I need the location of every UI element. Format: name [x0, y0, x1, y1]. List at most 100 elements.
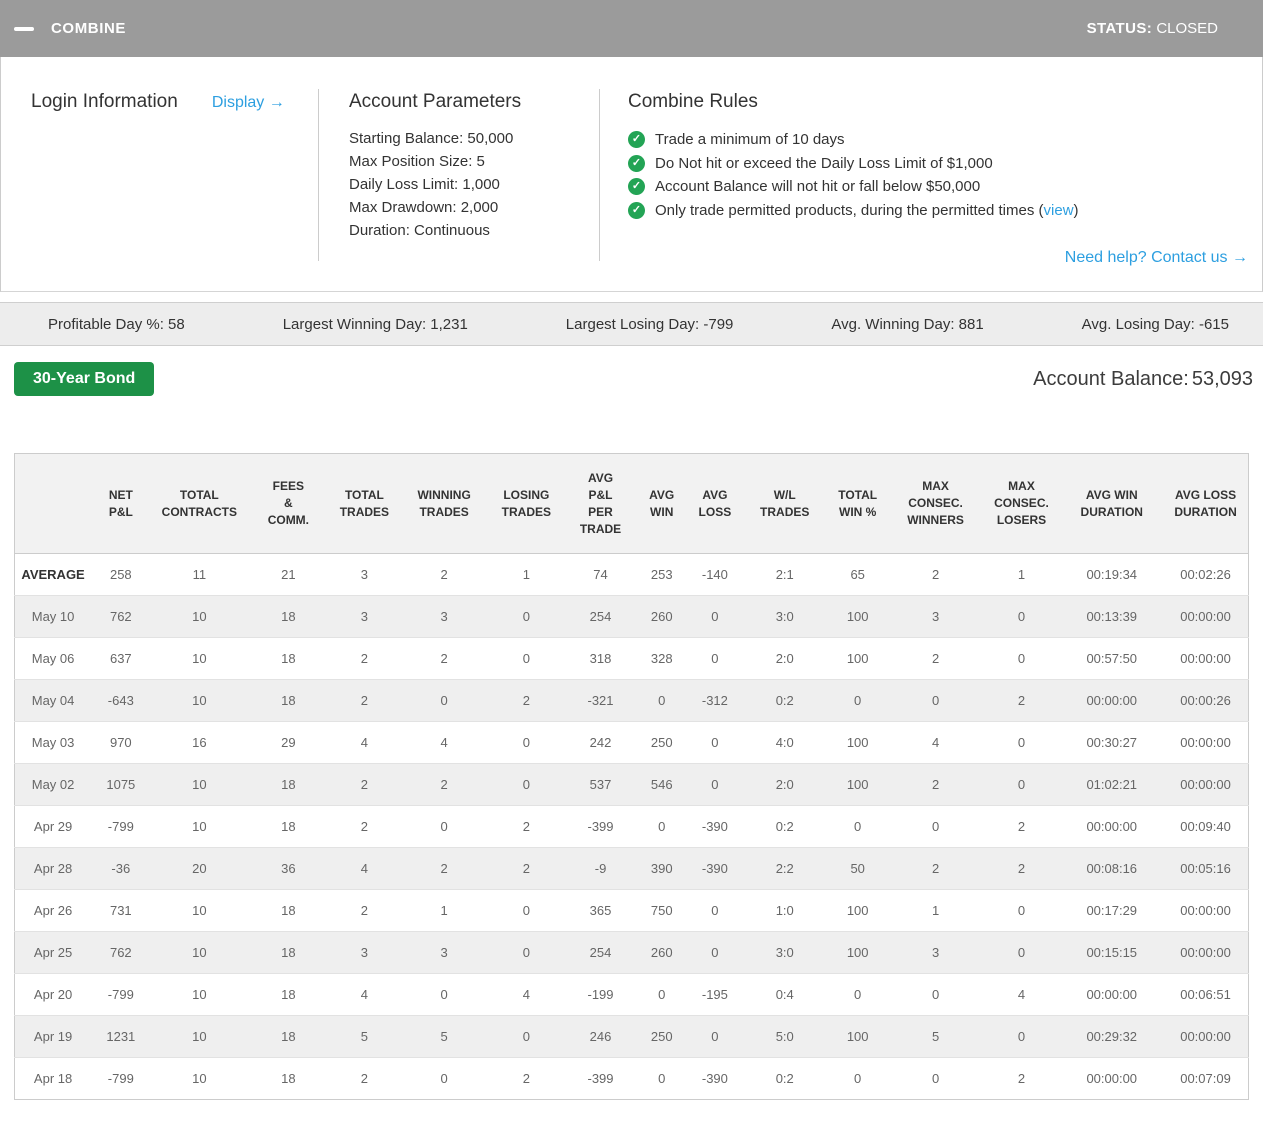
table-cell: 00:00:00: [1163, 763, 1249, 806]
column-header: AVG LOSS: [687, 453, 743, 554]
table-cell: 0: [982, 721, 1061, 764]
table-row: Apr 18 -799 10 18 2 0 2 -399 0 -390 0:2 0 0 2 00:00:00…: [14, 1057, 1249, 1100]
table-cell: 2: [400, 847, 489, 890]
product-button[interactable]: 30-Year Bond: [14, 362, 155, 396]
table-cell: 00:06:51: [1163, 973, 1249, 1016]
table-cell: 21: [248, 553, 329, 596]
table-cell: 65: [826, 553, 889, 596]
table-cell: 1231: [91, 1015, 151, 1058]
table-cell: 0: [982, 889, 1061, 932]
table-cell: 537: [564, 763, 637, 806]
table-cell: 3: [328, 553, 401, 596]
table-cell: -140: [687, 553, 743, 596]
row-label: May 06: [14, 637, 92, 680]
table-cell: 0: [982, 763, 1061, 806]
table-cell: 390: [636, 847, 688, 890]
account-parameter: Daily Loss Limit: 1,000: [349, 176, 500, 193]
account-balance-label: Account Balance:: [1033, 367, 1189, 390]
display-link[interactable]: Display →: [212, 94, 285, 112]
row-label: AVERAGE: [14, 553, 92, 596]
table-cell: 10: [150, 679, 249, 722]
table-cell: 10: [150, 973, 249, 1016]
view-link[interactable]: view: [1044, 202, 1074, 219]
table-cell: 2: [400, 637, 489, 680]
table-cell: 100: [826, 931, 889, 974]
table-cell: 74: [564, 553, 637, 596]
table-cell: 4: [328, 973, 401, 1016]
stat-item: Profitable Day %: 58: [48, 315, 185, 333]
combine-rule: ✓ Only trade permitted products, during t…: [628, 199, 1248, 223]
table-cell: 10: [150, 805, 249, 848]
table-cell: 2: [982, 805, 1061, 848]
table-row: May 02 1075 10 18 2 2 0 537 546 0 2:0 100 2 0 01:02:21…: [14, 763, 1249, 806]
table-row: Apr 29 -799 10 18 2 0 2 -399 0 -390 0:2 0 0 2 00:00:00…: [14, 805, 1249, 848]
stat-item: Avg. Winning Day: 881: [831, 315, 984, 333]
combine-rule: ✓ Account Balance will not hit or fall be…: [628, 175, 1248, 199]
table-cell: 2: [888, 847, 983, 890]
table-cell: 00:02:26: [1163, 553, 1249, 596]
login-information-section: Login Information Display →: [1, 83, 318, 267]
table-cell: 18: [248, 637, 329, 680]
combine-header-bar: COMBINE STATUS: CLOSED: [0, 0, 1263, 57]
table-cell: 0: [826, 679, 889, 722]
row-label: Apr 19: [14, 1015, 92, 1058]
table-row: Apr 19 1231 10 18 5 5 0 246 250 0 5:0 100 5 0 00:29:32…: [14, 1015, 1249, 1058]
table-cell: 2: [888, 553, 983, 596]
collapse-icon[interactable]: [14, 26, 34, 31]
contact-us-link[interactable]: Need help? Contact us →: [1065, 249, 1248, 266]
table-row: May 03 970 16 29 4 4 0 242 250 0 4:0 100 4 0 00:30:27 0…: [14, 721, 1249, 764]
row-label: Apr 28: [14, 847, 92, 890]
table-cell: 0: [400, 679, 489, 722]
table-cell: 00:30:27: [1060, 721, 1164, 764]
table-cell: 00:00:00: [1163, 595, 1249, 638]
row-label: May 03: [14, 721, 92, 764]
table-cell: 3:0: [742, 931, 827, 974]
table-cell: 0:2: [742, 805, 827, 848]
table-cell: 2: [328, 1057, 401, 1100]
table-cell: 0: [488, 763, 565, 806]
status-label: STATUS:: [1086, 20, 1153, 37]
table-cell: 10: [150, 595, 249, 638]
table-cell: 4: [488, 973, 565, 1016]
row-label: Apr 29: [14, 805, 92, 848]
table-cell: 0: [687, 595, 743, 638]
table-cell: 00:07:09: [1163, 1057, 1249, 1100]
table-cell: 00:05:16: [1163, 847, 1249, 890]
table-cell: 0: [826, 805, 889, 848]
stats-bar: Profitable Day %: 58 Largest Winning Day:…: [0, 302, 1263, 346]
table-cell: 00:15:15: [1060, 931, 1164, 974]
table-cell: 2: [982, 679, 1061, 722]
column-header: NET P&L: [91, 453, 151, 554]
account-row: 30-Year Bond Account Balance: 53,093: [0, 346, 1263, 396]
table-cell: -195: [687, 973, 743, 1016]
table-cell: 2:0: [742, 763, 827, 806]
table-cell: -321: [564, 679, 637, 722]
account-parameter: Starting Balance: 50,000: [349, 130, 514, 147]
table-cell: 10: [150, 763, 249, 806]
table-cell: 0: [636, 1057, 688, 1100]
table-cell: 258: [91, 553, 151, 596]
table-cell: -799: [91, 1057, 151, 1100]
table-cell: 50: [826, 847, 889, 890]
table-row: Apr 20 -799 10 18 4 0 4 -199 0 -195 0:4 0 0 4 00:00:00…: [14, 973, 1249, 1016]
table-cell: 0: [488, 721, 565, 764]
table-cell: 18: [248, 679, 329, 722]
account-parameter: Max Position Size: 5: [349, 153, 485, 170]
table-cell: 100: [826, 637, 889, 680]
table-cell: 0: [636, 679, 688, 722]
login-information-title: Login Information: [31, 91, 178, 112]
table-cell: 2: [328, 637, 401, 680]
table-cell: 2: [488, 805, 565, 848]
table-cell: 0: [687, 763, 743, 806]
table-cell: 328: [636, 637, 688, 680]
table-cell: 00:17:29: [1060, 889, 1164, 932]
check-icon: ✓: [628, 201, 645, 219]
table-cell: 1: [488, 553, 565, 596]
table-cell: 5: [888, 1015, 983, 1058]
table-cell: 100: [826, 763, 889, 806]
column-header: AVG LOSS DURATION: [1163, 453, 1249, 554]
table-cell: 2: [982, 1057, 1061, 1100]
account-parameter: Duration: Continuous: [349, 222, 490, 239]
table-cell: 00:00:00: [1060, 805, 1164, 848]
table-cell: 18: [248, 931, 329, 974]
